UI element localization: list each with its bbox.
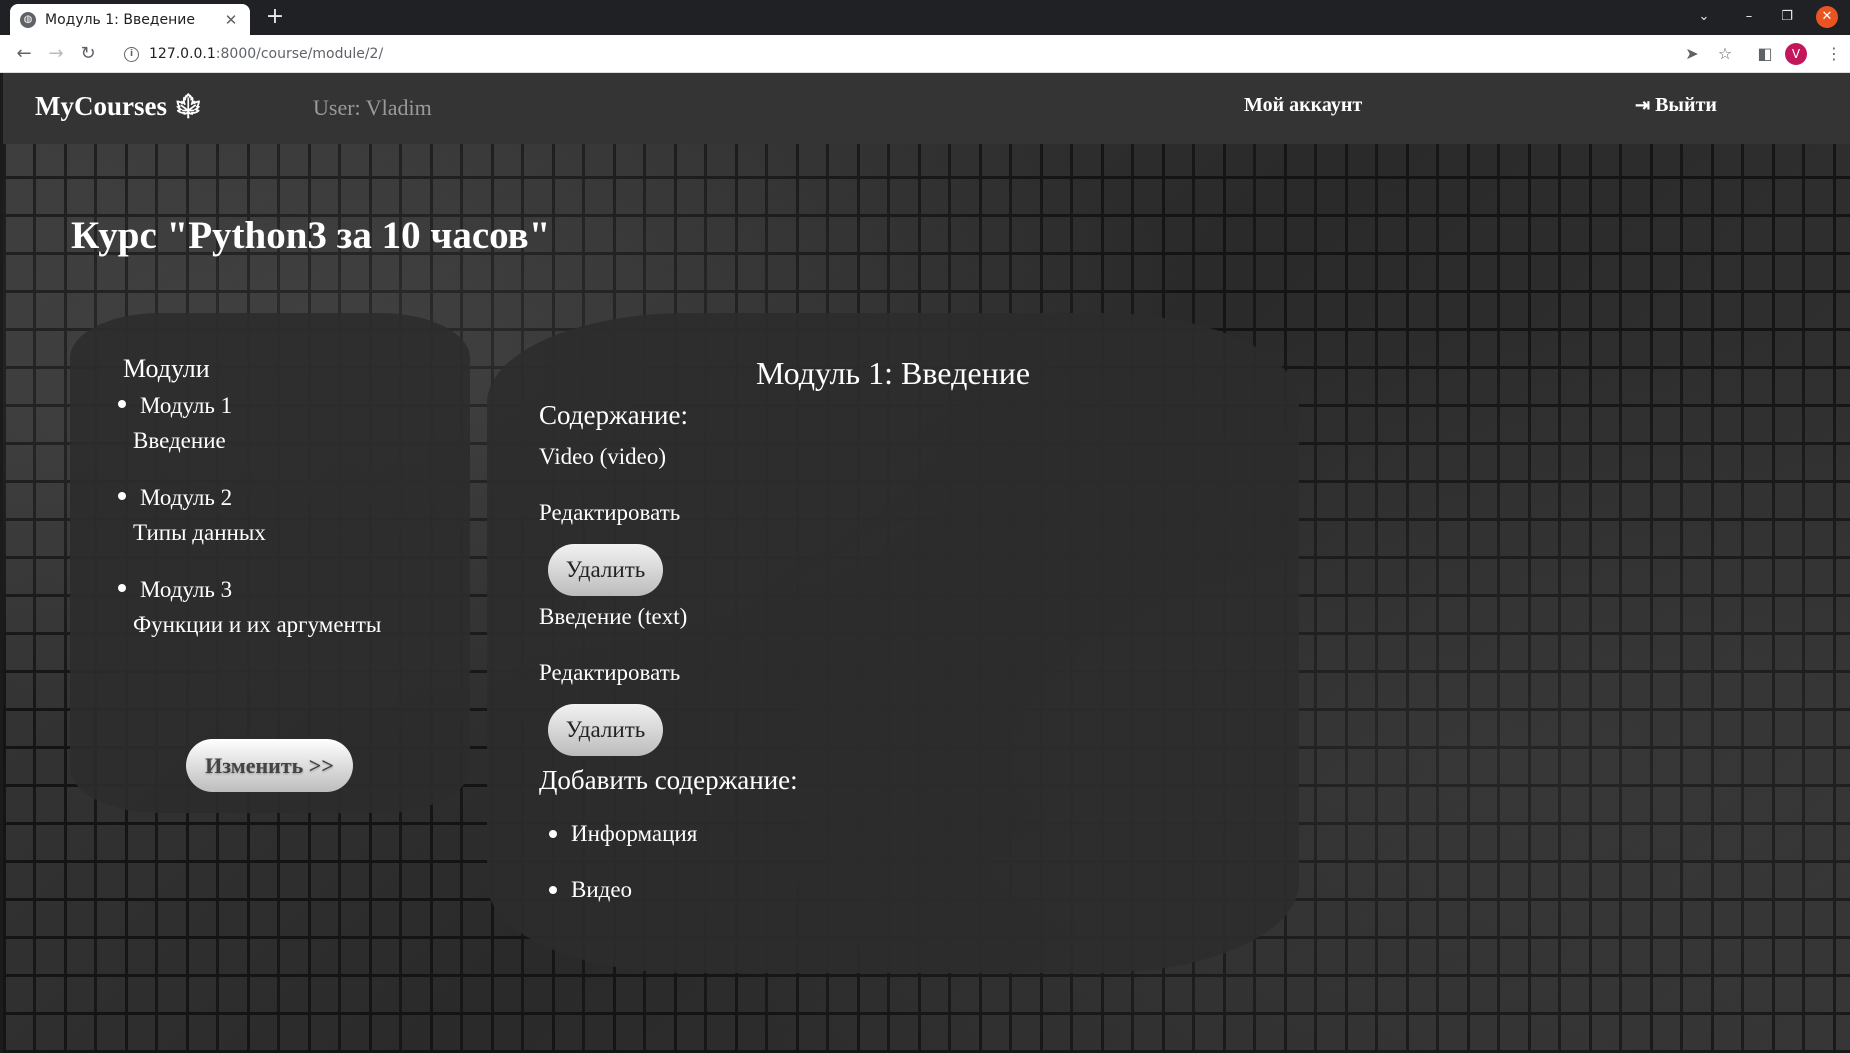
module-title: Введение	[133, 428, 226, 453]
browser-tab[interactable]: ◍ Модуль 1: Введение ✕	[10, 4, 250, 35]
sign-out-icon: ⇥	[1635, 95, 1651, 115]
restore-icon[interactable]: ❐	[1776, 6, 1798, 28]
module-link-1[interactable]: Модуль 1 Введение	[118, 393, 233, 454]
modules-heading: Модули	[123, 354, 210, 383]
page-background: MyCourses 🍁︎ User: Vladim Мой аккаунт ⇥ …	[3, 73, 1850, 1053]
module-content-panel: Модуль 1: Введение Содержание: Video (vi…	[487, 313, 1299, 973]
module-title: Типы данных	[133, 520, 266, 545]
module-title: Функции и их аргументы	[133, 612, 382, 637]
change-modules-button[interactable]: Изменить >>	[186, 739, 353, 792]
forward-icon[interactable]: →	[44, 42, 68, 66]
add-content-label: Добавить содержание:	[539, 765, 798, 795]
window-close-icon[interactable]: ✕	[1816, 6, 1838, 28]
browser-toolbar: ← → ↻ i 127.0.0.1:8000/course/module/2/ …	[0, 35, 1850, 73]
tab-title: Модуль 1: Введение	[45, 11, 195, 28]
module-number: Модуль 1	[140, 393, 233, 418]
site-navbar: MyCourses 🍁︎ User: Vladim Мой аккаунт ⇥ …	[3, 73, 1850, 144]
module-link-3[interactable]: Модуль 3 Функции и их аргументы	[118, 577, 382, 638]
user-label: User: Vladim	[313, 95, 432, 120]
contents-label: Содержание:	[539, 400, 688, 430]
list-bullet	[549, 830, 557, 838]
course-title: Курс "Python3 за 10 часов"	[71, 214, 551, 257]
new-tab-icon[interactable]: +	[262, 5, 288, 31]
maple-leaf-icon: 🍁︎	[172, 94, 204, 120]
list-bullet	[549, 886, 557, 894]
module-link-2[interactable]: Модуль 2 Типы данных	[118, 485, 266, 546]
add-info-link[interactable]: Информация	[549, 821, 698, 847]
module-number: Модуль 2	[140, 485, 233, 510]
edit-link[interactable]: Редактировать	[539, 500, 680, 526]
list-bullet	[118, 400, 126, 408]
modules-panel: Модули Модуль 1 Введение Модуль 2 Типы д…	[70, 313, 470, 813]
content-item-title: Введение (text)	[539, 604, 688, 629]
my-account-link[interactable]: Мой аккаунт	[1244, 94, 1362, 117]
url-path: :8000/course/module/2/	[215, 46, 384, 62]
module-heading: Модуль 1: Введение	[755, 355, 1031, 391]
add-option-label: Видео	[571, 877, 633, 902]
close-tab-icon[interactable]: ✕	[222, 11, 240, 29]
side-panel-icon[interactable]: ◧	[1753, 42, 1777, 66]
site-info-icon[interactable]: i	[124, 46, 139, 62]
bookmark-star-icon[interactable]: ☆	[1713, 42, 1737, 66]
tab-search-icon[interactable]: ⌄	[1693, 6, 1715, 28]
send-icon[interactable]: ➤	[1680, 42, 1704, 66]
url-host: 127.0.0.1	[149, 46, 216, 62]
delete-button[interactable]: Удалить	[548, 544, 663, 596]
address-bar[interactable]: i 127.0.0.1:8000/course/module/2/	[112, 39, 1812, 69]
brand-link[interactable]: MyCourses 🍁︎	[35, 91, 203, 122]
add-video-link[interactable]: Видео	[549, 877, 633, 903]
list-bullet	[118, 584, 126, 592]
browser-tabbar: ◍ Модуль 1: Введение ✕ + ⌄ – ❐ ✕	[0, 0, 1850, 35]
profile-avatar[interactable]: V	[1785, 43, 1807, 65]
logout-link[interactable]: ⇥ Выйти	[1635, 94, 1717, 117]
reload-icon[interactable]: ↻	[76, 42, 100, 66]
module-number: Модуль 3	[140, 577, 233, 602]
list-bullet	[118, 492, 126, 500]
brand-name: MyCourses	[35, 91, 167, 121]
edit-link[interactable]: Редактировать	[539, 660, 680, 686]
delete-button[interactable]: Удалить	[548, 704, 663, 756]
content-item-title: Video (video)	[539, 444, 666, 469]
menu-kebab-icon[interactable]: ⋮	[1822, 42, 1846, 66]
globe-icon: ◍	[20, 11, 36, 28]
back-icon[interactable]: ←	[12, 42, 36, 66]
logout-label: Выйти	[1655, 94, 1717, 116]
add-option-label: Информация	[571, 821, 698, 846]
minimize-icon[interactable]: –	[1738, 6, 1760, 28]
